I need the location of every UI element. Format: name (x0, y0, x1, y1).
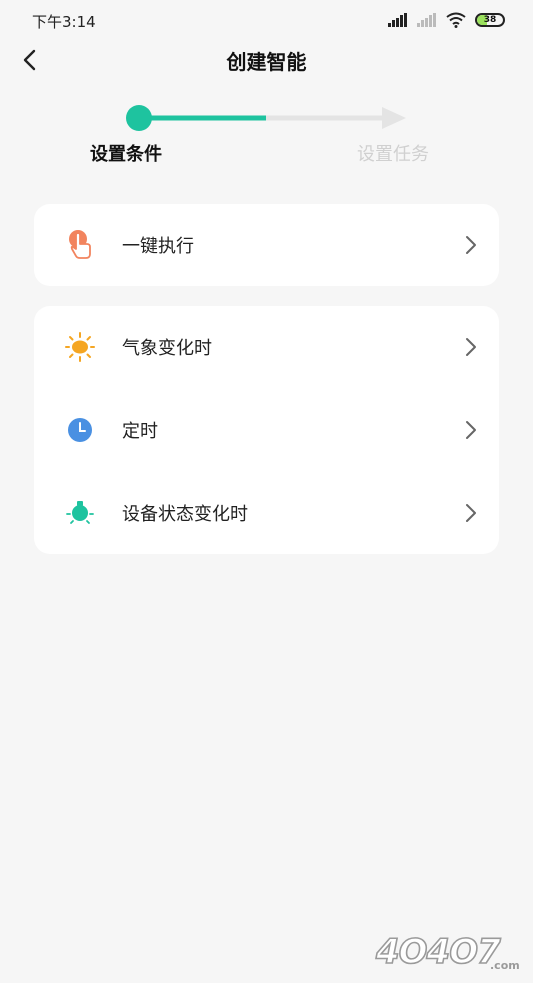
list-item-one-tap[interactable]: 一键执行 (34, 204, 499, 286)
step-set-condition: 设置条件 (90, 144, 162, 165)
sun-icon (65, 332, 95, 362)
list-item-label: 气象变化时 (122, 338, 212, 359)
status-icons: 38 (388, 10, 505, 30)
list-item-label: 设备状态变化时 (122, 504, 248, 525)
svg-text:.com: .com (490, 959, 520, 972)
list-item-label: 一键执行 (122, 236, 194, 257)
list-item-label: 定时 (122, 421, 158, 442)
signal-icon (388, 13, 407, 27)
manual-trigger-card: 一键执行 (34, 204, 499, 286)
list-item-weather[interactable]: 气象变化时 (34, 306, 499, 388)
signal-empty-icon (417, 13, 436, 27)
chevron-right-icon (466, 236, 476, 254)
svg-text:4O4O7: 4O4O7 (375, 932, 501, 972)
status-time: 下午3:14 (32, 13, 96, 31)
step-set-task: 设置任务 (357, 144, 429, 165)
list-item-timer[interactable]: 定时 (34, 389, 499, 471)
watermark-logo: 4O4O7 .com (374, 931, 520, 973)
chevron-right-icon (466, 504, 476, 522)
step-current-dot (126, 105, 152, 131)
header: 创建智能 (0, 40, 533, 80)
battery-level: 38 (483, 15, 497, 25)
status-bar: 下午3:14 38 (0, 0, 533, 40)
hand-tap-icon (69, 230, 91, 259)
clock-icon (68, 418, 92, 442)
page-title: 创建智能 (226, 50, 307, 74)
step-progress: 设置条件 设置任务 (0, 100, 533, 170)
device-bulb-icon (66, 501, 94, 524)
wifi-icon (446, 12, 466, 28)
battery-icon: 38 (475, 13, 505, 27)
chevron-right-icon (466, 421, 476, 439)
condition-card: 气象变化时 定时 设备状态变化时 (34, 306, 499, 554)
list-item-device-status[interactable]: 设备状态变化时 (34, 472, 499, 554)
step-progress-track (126, 105, 406, 131)
chevron-right-icon (466, 338, 476, 356)
